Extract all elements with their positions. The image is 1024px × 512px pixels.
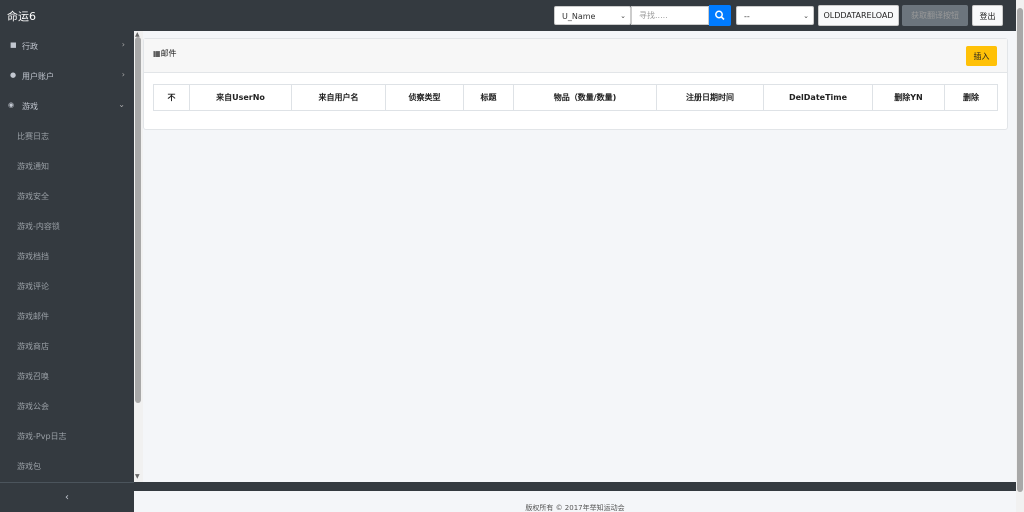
column-header[interactable]: 侦察类型	[385, 84, 464, 111]
column-header[interactable]: 不	[153, 84, 190, 111]
sidebar-subitem[interactable]: 游戏安全	[0, 181, 134, 211]
sidebar-item-label: 游戏通知	[17, 162, 49, 171]
sidebar-item-label: 游戏档挡	[17, 252, 49, 261]
insert-button[interactable]: 插入	[966, 46, 997, 66]
sidebar-item-label: 行政	[22, 42, 38, 51]
user-icon: ●	[10, 71, 17, 79]
filter-select-value: --	[744, 12, 750, 21]
column-header[interactable]: 标题	[463, 84, 514, 111]
sidebar-subitem[interactable]: 游戏-内容锁	[0, 211, 134, 241]
sidebar-subitem[interactable]: 游戏公会	[0, 391, 134, 421]
sidebar-item-label: 游戏评论	[17, 282, 49, 291]
search-placeholder: 寻找.....	[639, 11, 668, 20]
sidebar-collapse-button[interactable]: ‹	[0, 482, 134, 512]
card-title: ▦邮件	[153, 49, 177, 58]
sidebar-item-admin[interactable]: ■ 行政 ›	[0, 31, 134, 61]
top-navbar: 命运6 U_Name ⌄ 寻找..... -- ⌄ OLDDATARELOAD …	[0, 0, 1016, 31]
sidebar-subitem[interactable]: 游戏包	[0, 451, 134, 481]
search-icon	[715, 10, 725, 21]
horizontal-scroll-area	[134, 482, 1016, 491]
sidebar-item-game[interactable]: ◉ 游戏 ⌄	[0, 91, 134, 121]
sidebar-item-label: 游戏-内容锁	[17, 222, 60, 231]
disabled-action-button[interactable]: 获取翻译按钮	[902, 5, 968, 26]
sidebar-item-label: 游戏邮件	[17, 312, 49, 321]
table-header-row: 不 来自UserNo 来自用户名 侦察类型 标题 物品（数量/数量) 注册日期时…	[153, 84, 998, 111]
sidebar-subitem[interactable]: 游戏通知	[0, 151, 134, 181]
gamepad-icon: ◉	[8, 101, 15, 109]
field-select-value: U_Name	[562, 12, 596, 21]
chevron-down-icon: ⌄	[620, 12, 626, 20]
app-title[interactable]: 命运6	[7, 8, 36, 24]
sidebar-subitem[interactable]: 游戏评论	[0, 271, 134, 301]
sidebar-item-label: 游戏商店	[17, 342, 49, 351]
sidebar-item-label: 游戏公会	[17, 402, 49, 411]
sidebar-item-label: 比赛日志	[17, 132, 49, 141]
mail-card: ▦邮件 插入 不 来自UserNo 来自用户名 侦察类型 标题 物品（数量/数量…	[143, 38, 1008, 130]
sidebar-item-label: 用户账户	[22, 72, 54, 81]
copyright-text: 版权所有 © 2017年举知运动会	[525, 504, 625, 512]
sidebar-subitem[interactable]: 游戏召唤	[0, 361, 134, 391]
page-footer: 版权所有 © 2017年举知运动会	[134, 491, 1016, 512]
chevron-down-icon: ⌄	[118, 100, 125, 109]
olddata-reload-button[interactable]: OLDDATARELOAD	[818, 5, 899, 26]
sidebar-subitem[interactable]: 比赛日志	[0, 121, 134, 151]
sidebar: ■ 行政 › ● 用户账户 › ◉ 游戏 ⌄ 比赛日志 游戏通知 游戏安全 游戏…	[0, 31, 134, 482]
card-header: ▦邮件 插入	[144, 39, 1007, 73]
column-header[interactable]: DelDateTime	[763, 84, 873, 111]
search-button[interactable]	[709, 5, 731, 26]
search-input[interactable]: 寻找.....	[631, 6, 709, 25]
sidebar-subitem[interactable]: 游戏邮件	[0, 301, 134, 331]
chevron-right-icon: ›	[121, 40, 125, 49]
column-header[interactable]: 来自用户名	[291, 84, 386, 111]
sidebar-item-label: 游戏	[22, 102, 38, 111]
sidebar-item-user-accounts[interactable]: ● 用户账户 ›	[0, 61, 134, 91]
scroll-up-icon[interactable]: ▲	[135, 31, 140, 38]
sidebar-item-label: 游戏包	[17, 462, 41, 471]
column-header[interactable]: 来自UserNo	[189, 84, 292, 111]
column-header[interactable]: 注册日期时间	[656, 84, 764, 111]
logout-button[interactable]: 登出	[972, 5, 1003, 26]
sidebar-item-label: 游戏召唤	[17, 372, 49, 381]
chevron-down-icon: ⌄	[803, 12, 809, 20]
sidebar-subitem[interactable]: 游戏档挡	[0, 241, 134, 271]
sidebar-subitem[interactable]: 游戏-Pvp日志	[0, 421, 134, 451]
chevron-left-icon: ‹	[65, 492, 69, 503]
field-select[interactable]: U_Name ⌄	[554, 6, 631, 25]
data-table: 不 来自UserNo 来自用户名 侦察类型 标题 物品（数量/数量) 注册日期时…	[153, 84, 998, 111]
bookmark-icon: ■	[10, 41, 17, 49]
scroll-down-icon[interactable]: ▼	[135, 473, 140, 480]
chevron-right-icon: ›	[121, 70, 125, 79]
column-header[interactable]: 删除	[944, 84, 998, 111]
page-scrollbar-thumb[interactable]	[1017, 8, 1023, 492]
sidebar-subitem[interactable]: 游戏商店	[0, 331, 134, 361]
table-icon: ▦	[153, 49, 161, 58]
column-header[interactable]: 删除YN	[872, 84, 945, 111]
column-header[interactable]: 物品（数量/数量)	[513, 84, 657, 111]
filter-select[interactable]: -- ⌄	[736, 6, 814, 25]
sidebar-item-label: 游戏安全	[17, 192, 49, 201]
page-scrollbar[interactable]	[1016, 0, 1024, 512]
sidebar-item-label: 游戏-Pvp日志	[17, 432, 67, 441]
sidebar-scrollbar-thumb[interactable]	[135, 37, 141, 403]
